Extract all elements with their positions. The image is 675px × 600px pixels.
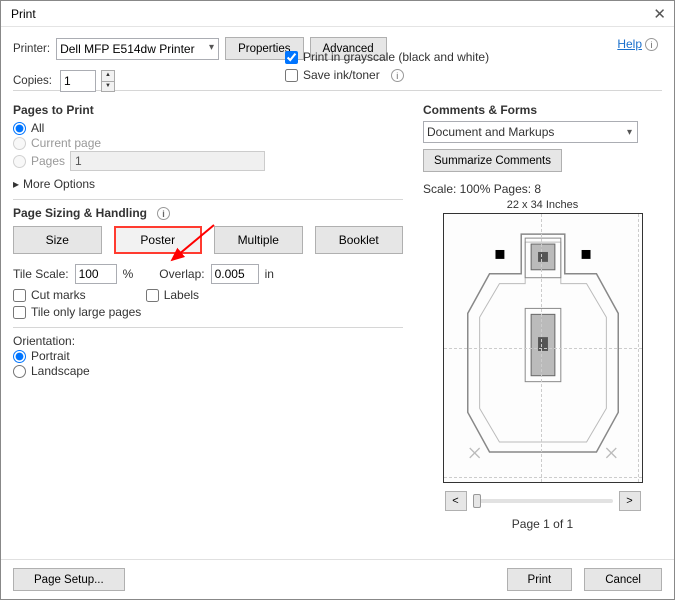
- saveink-label: Save ink/toner: [303, 68, 380, 82]
- printer-select[interactable]: [56, 38, 219, 60]
- grayscale-label: Print in grayscale (black and white): [303, 50, 489, 64]
- tile-large-label: Tile only large pages: [31, 305, 141, 319]
- preview-nav: < >: [423, 491, 662, 511]
- landscape-label: Landscape: [31, 364, 90, 378]
- portrait-radio[interactable]: [13, 350, 26, 363]
- overlap-input[interactable]: [211, 264, 259, 284]
- slider-thumb[interactable]: [473, 494, 481, 508]
- radio-pages: Pages: [13, 151, 403, 171]
- radio-all-input[interactable]: [13, 122, 26, 135]
- handling-buttons: Size Poster Multiple Booklet: [13, 226, 403, 254]
- tile-large-checkbox[interactable]: [13, 306, 26, 319]
- page-of: Page 1 of 1: [423, 517, 662, 531]
- spinner-down-icon[interactable]: ▼: [102, 82, 114, 92]
- sizing-title: Page Sizing & Handling: [13, 206, 147, 220]
- titlebar: Print ✕: [1, 1, 674, 27]
- labels-label: Labels: [164, 288, 199, 302]
- radio-all: All: [13, 121, 403, 135]
- cut-marks-checkbox[interactable]: [13, 289, 26, 302]
- comments-combo[interactable]: Document and Markups ▾: [423, 121, 638, 143]
- radio-current-label: Current page: [31, 136, 101, 150]
- copies-spinner[interactable]: ▲▼: [101, 70, 115, 92]
- window-title: Print: [11, 7, 36, 21]
- radio-current: Current page: [13, 136, 403, 150]
- print-dialog: Print ✕ Helpi Printer: ▾ Properties Adva…: [0, 0, 675, 600]
- labels-checkbox[interactable]: [146, 289, 159, 302]
- info-icon: i: [645, 38, 658, 51]
- copies-input[interactable]: [60, 70, 96, 92]
- page-slider[interactable]: [473, 499, 613, 503]
- saveink-checkbox[interactable]: [285, 69, 298, 82]
- landscape-radio[interactable]: [13, 365, 26, 378]
- next-page-button[interactable]: >: [619, 491, 641, 511]
- size-button[interactable]: Size: [13, 226, 102, 254]
- print-button[interactable]: Print: [507, 568, 573, 591]
- booklet-button[interactable]: Booklet: [315, 226, 404, 254]
- tile-scale-label: Tile Scale:: [13, 267, 69, 281]
- more-options[interactable]: ▸More Options: [13, 177, 403, 191]
- info-icon: i: [157, 207, 170, 220]
- multiple-button[interactable]: Multiple: [214, 226, 303, 254]
- saveink-row: Save ink/toner i: [285, 68, 662, 82]
- scale-line: Scale: 100% Pages: 8: [423, 182, 662, 196]
- tile-scale-unit: %: [123, 267, 134, 281]
- page-setup-button[interactable]: Page Setup...: [13, 568, 125, 591]
- copies-label: Copies:: [13, 75, 52, 87]
- poster-button[interactable]: Poster: [114, 226, 203, 254]
- preview-pane: [443, 213, 643, 483]
- help-link[interactable]: Helpi: [617, 37, 658, 51]
- triangle-right-icon: ▸: [13, 177, 19, 191]
- preview-dims: 22 x 34 Inches: [423, 199, 662, 211]
- bottom-bar: Page Setup... Print Cancel: [1, 559, 674, 599]
- overlap-unit: in: [265, 267, 274, 281]
- overlap-label: Overlap:: [159, 267, 204, 281]
- pages-input[interactable]: [70, 151, 265, 171]
- orientation-title: Orientation:: [13, 334, 403, 348]
- radio-all-label: All: [31, 121, 44, 135]
- grayscale-checkbox[interactable]: [285, 51, 298, 64]
- prev-page-button[interactable]: <: [445, 491, 467, 511]
- radio-pages-label: Pages: [31, 154, 65, 168]
- spinner-up-icon[interactable]: ▲: [102, 71, 114, 82]
- radio-pages-input[interactable]: [13, 155, 26, 168]
- cancel-button[interactable]: Cancel: [584, 568, 662, 591]
- grayscale-row: Print in grayscale (black and white): [285, 50, 662, 64]
- radio-current-input[interactable]: [13, 137, 26, 150]
- comments-title: Comments & Forms: [423, 103, 662, 117]
- tile-scale-input[interactable]: [75, 264, 117, 284]
- chevron-down-icon: ▾: [627, 127, 632, 138]
- printer-label: Printer:: [13, 43, 50, 55]
- close-icon[interactable]: ✕: [653, 5, 666, 23]
- pages-to-print-title: Pages to Print: [13, 103, 403, 117]
- info-icon: i: [391, 69, 404, 82]
- portrait-label: Portrait: [31, 349, 70, 363]
- cut-marks-label: Cut marks: [31, 288, 86, 302]
- summarize-button[interactable]: Summarize Comments: [423, 149, 562, 172]
